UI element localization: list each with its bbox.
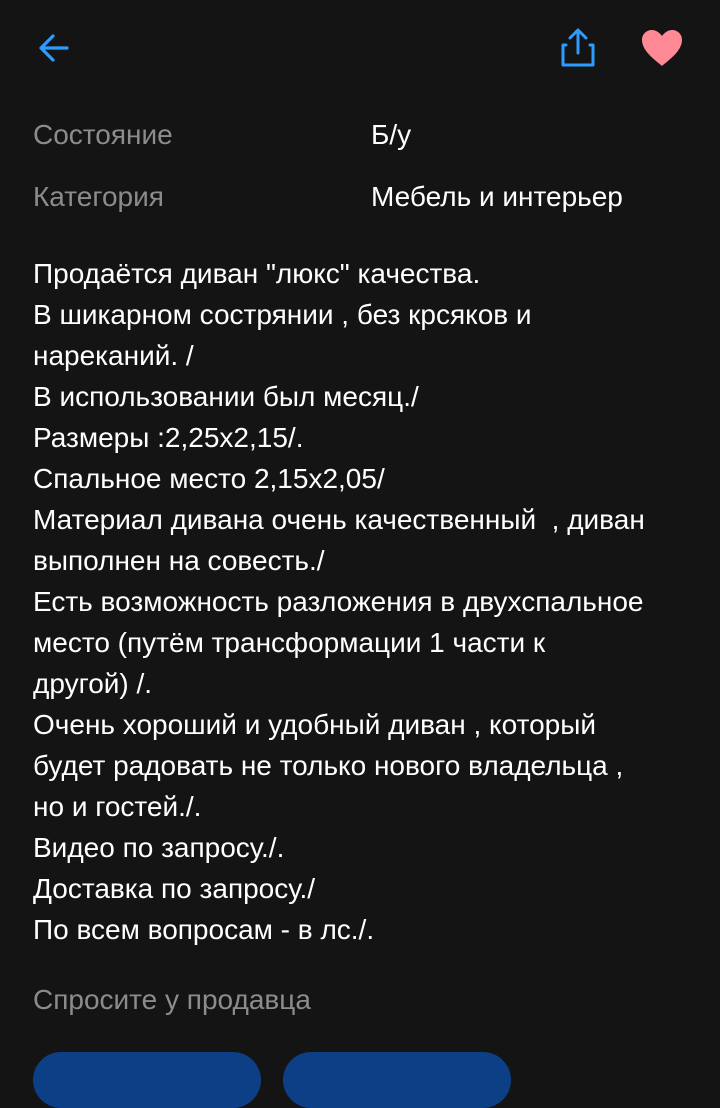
description-line: другой) /. bbox=[33, 668, 153, 699]
description-line: место (путём трансформации 1 части к bbox=[33, 627, 546, 658]
description-line: Продаётся диван "люкс" качества. bbox=[33, 258, 481, 289]
ask-seller-title: Спросите у продавца bbox=[33, 984, 311, 1015]
description-line: Очень хороший и удобный диван , который bbox=[33, 709, 596, 740]
param-name: Категория bbox=[33, 181, 164, 212]
ask-seller-question-button[interactable] bbox=[283, 1052, 511, 1108]
description-line: Доставка по запросу./ bbox=[33, 873, 316, 904]
share-button[interactable] bbox=[550, 20, 606, 76]
param-value: Мебель и интерьер bbox=[371, 181, 623, 212]
description-line: но и гостей./. bbox=[33, 791, 202, 822]
param-value: Б/у bbox=[371, 119, 412, 150]
back-button[interactable] bbox=[28, 22, 80, 74]
param-row-condition: Состояние Б/у bbox=[33, 104, 693, 166]
favorite-button[interactable] bbox=[634, 20, 690, 76]
description-line: Размеры :2,25х2,15/. bbox=[33, 422, 304, 453]
description-line: будет радовать не только нового владельц… bbox=[33, 750, 624, 781]
share-icon bbox=[561, 28, 595, 67]
description-line: В использовании был месяц./ bbox=[33, 381, 419, 412]
top-bar bbox=[0, 0, 720, 92]
heart-icon bbox=[642, 30, 682, 66]
ask-seller-question-button[interactable] bbox=[33, 1052, 261, 1108]
item-params: Состояние Б/у Категория Мебель и интерье… bbox=[33, 104, 693, 228]
description-line: Материал дивана очень качественный , див… bbox=[33, 504, 645, 535]
description-line: Видео по запросу./. bbox=[33, 832, 285, 863]
param-row-category: Категория Мебель и интерьер bbox=[33, 166, 693, 228]
description-line: Спальное место 2,15х2,05/ bbox=[33, 463, 385, 494]
item-description: Продаётся диван "люкс" качества. В шикар… bbox=[33, 253, 703, 950]
description-line: В шикарном сострянии , без крсяков и bbox=[33, 299, 532, 330]
description-line: нареканий. / bbox=[33, 340, 194, 371]
description-line: выполнен на совесть./ bbox=[33, 545, 325, 576]
description-line: Есть возможность разложения в двухспальн… bbox=[33, 586, 644, 617]
param-name: Состояние bbox=[33, 119, 173, 150]
arrow-left-icon bbox=[39, 34, 69, 62]
description-line: По всем вопросам - в лс./. bbox=[33, 914, 375, 945]
